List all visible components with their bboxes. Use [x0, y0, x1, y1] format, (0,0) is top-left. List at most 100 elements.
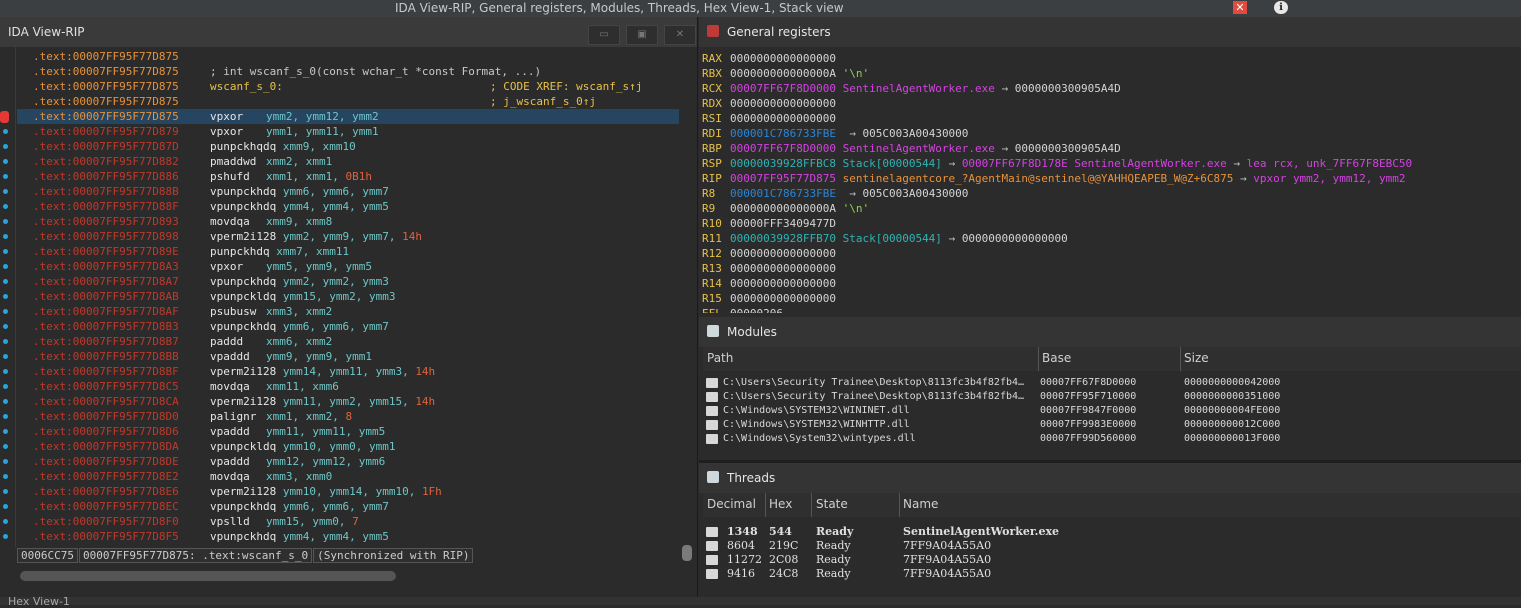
line-address[interactable]: .text:00007FF95F77D8CA — [17, 394, 210, 409]
line-operands[interactable]: ymm2, ymm9, ymm7, — [283, 230, 402, 243]
thread-row[interactable]: 11272 2C08 Ready 7FF9A04A55A0 — [703, 553, 1521, 567]
line-operands[interactable]: ymm2, ymm12, ymm2 — [266, 110, 379, 123]
thread-row[interactable]: 1348 544 Ready SentinelAgentWorker.exe — [703, 525, 1521, 539]
line-operands[interactable]: ymm15, ymm0, — [266, 515, 352, 528]
disasm-line[interactable]: .text:00007FF95F77D8DE vpaddd ymm12, ymm12… — [17, 454, 679, 469]
line-operands[interactable]: ymm1, ymm11, ymm1 — [266, 125, 379, 138]
disasm-line[interactable]: .text:00007FF95F77D8CA vperm2i128 ymm11, … — [17, 394, 679, 409]
register-row[interactable]: R11 00000039928FFB70 Stack[00000544] → 00… — [702, 231, 1517, 246]
column-name[interactable]: Name — [903, 497, 938, 511]
horizontal-scrollbar[interactable] — [20, 571, 396, 581]
line-address[interactable]: .text:00007FF95F77D882 — [17, 154, 210, 169]
disasm-line[interactable]: .text:00007FF95F77D893 movdqa xmm9, xmm8 — [17, 214, 679, 229]
line-address[interactable]: .text:00007FF95F77D8C5 — [17, 379, 210, 394]
disasm-line[interactable]: .text:00007FF95F77D8C5 movdqa xmm11, xmm6 — [17, 379, 679, 394]
disasm-line[interactable]: .text:00007FF95F77D8BB vpaddd ymm9, ymm9, … — [17, 349, 679, 364]
vertical-scrollbar[interactable] — [682, 545, 692, 561]
module-row[interactable]: C:\Users\Security Trainee\Desktop\8113fc… — [703, 390, 1521, 404]
register-row[interactable]: R12 0000000000000000 — [702, 246, 1517, 261]
disasm-line[interactable]: .text:00007FF95F77D8F5 vpunpckhdq ymm4, y… — [17, 529, 679, 544]
register-row[interactable]: EFL00000206 — [702, 306, 1517, 313]
register-value[interactable]: 00000039928FFB70 — [730, 232, 836, 245]
disasm-line[interactable]: .text:00007FF95F77D8E6 vperm2i128 ymm10, … — [17, 484, 679, 499]
register-value[interactable]: 0000000000000000 — [730, 292, 836, 305]
line-operands[interactable]: ymm10, ymm0, ymm1 — [283, 440, 396, 453]
register-value[interactable]: 00000039928FFBC8 — [730, 157, 836, 170]
column-decimal[interactable]: Decimal — [707, 497, 756, 511]
disasm-line[interactable]: .text:00007FF95F77D875 wscanf_s_0:; CODE … — [17, 79, 679, 94]
register-row[interactable]: R9 000000000000000A '\n' — [702, 201, 1517, 216]
line-operands[interactable]: ymm15, ymm2, ymm3 — [283, 290, 396, 303]
disasm-line[interactable]: .text:00007FF95F77D886 pshufd xmm1, xmm1, … — [17, 169, 679, 184]
tab-hex-view[interactable]: Hex View-1 — [8, 595, 70, 608]
line-operands[interactable]: ymm6, ymm6, ymm7 — [283, 185, 389, 198]
register-value[interactable]: 00000206 — [730, 307, 783, 313]
line-operands[interactable]: ymm11, ymm11, ymm5 — [266, 425, 385, 438]
register-value[interactable]: 00007FF67F8D0000 — [730, 82, 836, 95]
register-value[interactable]: 00000FFF3409477D — [730, 217, 836, 230]
line-operands[interactable]: xmm7, xmm11 — [276, 245, 349, 258]
column-size[interactable]: Size — [1184, 351, 1209, 365]
line-address[interactable]: .text:00007FF95F77D8E6 — [17, 484, 210, 499]
line-label[interactable]: wscanf_s_0: — [210, 79, 490, 94]
line-address[interactable]: .text:00007FF95F77D8D0 — [17, 409, 210, 424]
line-address[interactable]: .text:00007FF95F77D879 — [17, 124, 210, 139]
breakpoint-gutter[interactable] — [0, 47, 16, 547]
line-operands[interactable]: xmm1, xmm2, — [266, 410, 345, 423]
line-operands[interactable]: xmm3, xmm0 — [266, 470, 332, 483]
line-address[interactable]: .text:00007FF95F77D875 — [17, 49, 210, 64]
disasm-line[interactable]: .text:00007FF95F77D8E2 movdqa xmm3, xmm0 — [17, 469, 679, 484]
register-row[interactable]: RSP 00000039928FFBC8 Stack[00000544] → 00… — [702, 156, 1517, 171]
disasm-line[interactable]: .text:00007FF95F77D89E punpckhdq xmm7, xm… — [17, 244, 679, 259]
register-value[interactable]: 00007FF95F77D875 — [730, 172, 836, 185]
disasm-line[interactable]: .text:00007FF95F77D8A3 vpxor ymm5, ymm9, y… — [17, 259, 679, 274]
panel-restore-button[interactable]: ▭ — [588, 25, 620, 45]
register-row[interactable]: R8 000001C786733FBE → 005C003A00430000 — [702, 186, 1517, 201]
column-hex[interactable]: Hex — [769, 497, 792, 511]
breakpoint-icon[interactable] — [0, 111, 9, 123]
line-address[interactable]: .text:00007FF95F77D875 — [17, 94, 210, 109]
disasm-line[interactable]: .text:00007FF95F77D8EC vpunpckhdq ymm6, y… — [17, 499, 679, 514]
line-operands[interactable]: xmm11, xmm6 — [266, 380, 339, 393]
disasm-line[interactable]: .text:00007FF95F77D875 ; j_wscanf_s_0↑j — [17, 94, 679, 109]
disasm-line[interactable]: .text:00007FF95F77D8AB vpunpckldq ymm15, … — [17, 289, 679, 304]
line-address[interactable]: .text:00007FF95F77D8EC — [17, 499, 210, 514]
line-operands[interactable]: ymm4, ymm4, ymm5 — [283, 530, 389, 543]
module-row[interactable]: C:\Windows\System32\wintypes.dll 00007FF9… — [703, 432, 1521, 446]
disasm-line[interactable]: .text:00007FF95F77D88B vpunpckhdq ymm6, y… — [17, 184, 679, 199]
line-address[interactable]: .text:00007FF95F77D875 — [17, 109, 210, 124]
register-value[interactable]: 0000000000000000 — [730, 112, 836, 125]
line-address[interactable]: .text:00007FF95F77D88B — [17, 184, 210, 199]
register-row[interactable]: RBP 00007FF67F8D0000 SentinelAgentWorker.… — [702, 141, 1517, 156]
line-address[interactable]: .text:00007FF95F77D875 — [17, 79, 210, 94]
register-row[interactable]: RDI 000001C786733FBE → 005C003A00430000 — [702, 126, 1517, 141]
disasm-line[interactable]: .text:00007FF95F77D8B3 vpunpckhdq ymm6, y… — [17, 319, 679, 334]
line-address[interactable]: .text:00007FF95F77D8AF — [17, 304, 210, 319]
line-address[interactable]: .text:00007FF95F77D8A7 — [17, 274, 210, 289]
disasm-line[interactable]: .text:00007FF95F77D8DA vpunpckldq ymm10, … — [17, 439, 679, 454]
line-operands[interactable]: ymm6, ymm6, ymm7 — [283, 320, 389, 333]
line-address[interactable]: .text:00007FF95F77D8D6 — [17, 424, 210, 439]
disasm-line[interactable]: .text:00007FF95F77D8A7 vpunpckhdq ymm2, y… — [17, 274, 679, 289]
line-operands[interactable]: xmm2, xmm1 — [266, 155, 332, 168]
register-row[interactable]: R14 0000000000000000 — [702, 276, 1517, 291]
line-address[interactable]: .text:00007FF95F77D8BF — [17, 364, 210, 379]
line-address[interactable]: .text:00007FF95F77D886 — [17, 169, 210, 184]
line-address[interactable]: .text:00007FF95F77D8E2 — [17, 469, 210, 484]
register-value[interactable]: 00007FF67F8D0000 — [730, 142, 836, 155]
line-xref[interactable]: ; CODE XREF: wscanf_s↑j — [490, 80, 642, 93]
register-row[interactable]: RSI 0000000000000000 — [702, 111, 1517, 126]
disasm-line[interactable]: .text:00007FF95F77D8BF vperm2i128 ymm14, … — [17, 364, 679, 379]
line-operands[interactable]: xmm1, xmm1, — [266, 170, 345, 183]
register-value[interactable]: 0000000000000000 — [730, 247, 836, 260]
line-address[interactable]: .text:00007FF95F77D88F — [17, 199, 210, 214]
panel-close-button[interactable]: ✕ — [664, 25, 696, 45]
line-address[interactable]: .text:00007FF95F77D8DE — [17, 454, 210, 469]
disasm-line[interactable]: .text:00007FF95F77D875; int wscanf_s_0(c… — [17, 64, 679, 79]
disasm-line[interactable]: .text:00007FF95F77D8AF psubusw xmm3, xmm2 — [17, 304, 679, 319]
line-operands[interactable]: xmm6, xmm2 — [266, 335, 332, 348]
line-operands[interactable]: ymm2, ymm2, ymm3 — [283, 275, 389, 288]
register-row[interactable]: R10 00000FFF3409477D — [702, 216, 1517, 231]
disasm-line[interactable]: .text:00007FF95F77D882 pmaddwd xmm2, xmm1 — [17, 154, 679, 169]
register-value[interactable]: 000000000000000A — [730, 202, 836, 215]
